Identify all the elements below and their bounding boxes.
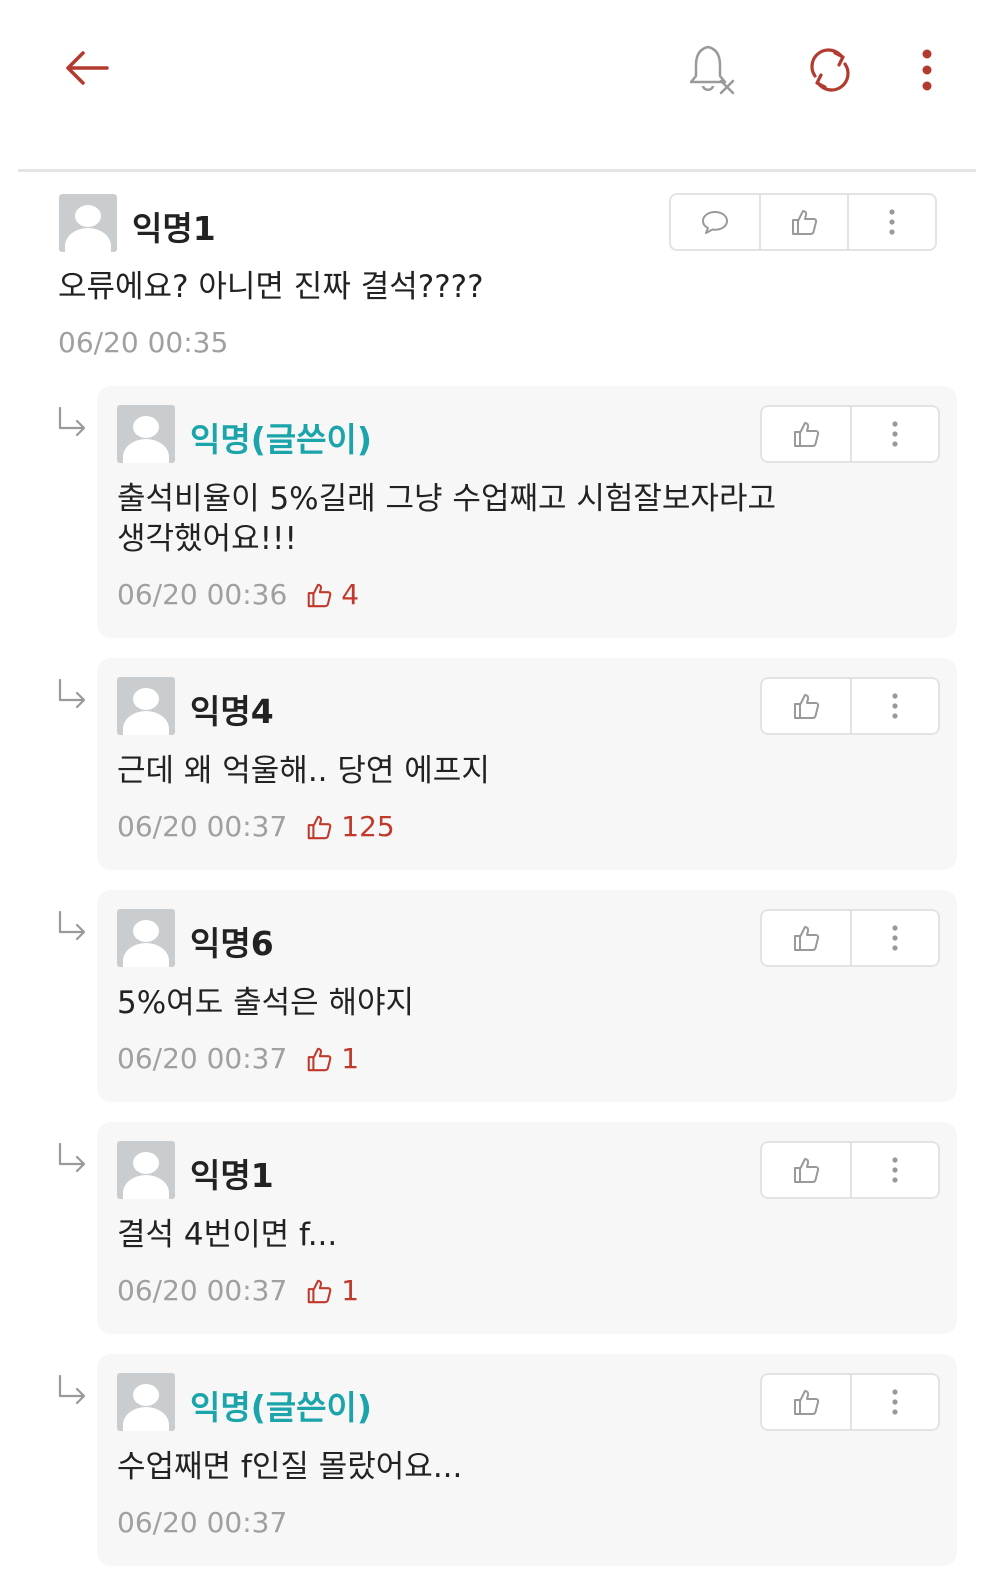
like-count-value: 1 bbox=[341, 1274, 360, 1307]
reply-time: 06/20 00:37 bbox=[117, 810, 288, 843]
reply-arrow-icon bbox=[58, 910, 86, 941]
avatar bbox=[117, 909, 175, 967]
back-arrow-icon bbox=[66, 51, 109, 85]
bell-off-icon bbox=[689, 45, 735, 95]
reply-card: 익명4 근데 왜 억울해.. 당연 에프지 06/20 00:37 125 bbox=[97, 658, 957, 870]
comment-actions bbox=[669, 193, 937, 251]
reply-time: 06/20 00:37 bbox=[117, 1274, 288, 1307]
avatar bbox=[59, 194, 117, 252]
more-vertical-icon bbox=[892, 1157, 898, 1183]
reply-author: 익명4 bbox=[190, 692, 274, 731]
more-options-button[interactable] bbox=[850, 407, 938, 461]
thumbs-up-icon bbox=[308, 815, 332, 839]
comment: 익명1 오류에요? 아니면 진짜 결석???? 06/20 00:35 bbox=[0, 180, 1000, 380]
reply-meta: 06/20 00:37 125 bbox=[117, 810, 395, 843]
reply-arrow-icon bbox=[58, 1142, 86, 1173]
reply-text: 출석비율이 5%길래 그냥 수업째고 시험잘보자라고 bbox=[117, 481, 776, 517]
reply-text: 생각했어요!!! bbox=[117, 521, 297, 557]
more-vertical-icon bbox=[892, 693, 898, 719]
reply-arrow-icon bbox=[58, 678, 86, 709]
reply-arrow-icon bbox=[58, 1374, 86, 1405]
reply-actions bbox=[760, 909, 940, 967]
like-count: 4 bbox=[305, 578, 359, 611]
like-button[interactable] bbox=[762, 1375, 850, 1429]
reply-actions bbox=[760, 677, 940, 735]
thumbs-up-icon bbox=[792, 210, 818, 235]
reply-time: 06/20 00:37 bbox=[117, 1506, 288, 1539]
reply-meta: 06/20 00:36 4 bbox=[117, 578, 359, 611]
reply-actions bbox=[760, 1373, 940, 1431]
reply-author: 익명1 bbox=[190, 1156, 274, 1195]
thumbs-up-icon bbox=[308, 1279, 332, 1303]
thumbs-up-icon bbox=[308, 583, 332, 607]
back-button[interactable] bbox=[55, 38, 119, 98]
comment-author: 익명1 bbox=[132, 209, 216, 248]
notification-off-button[interactable] bbox=[680, 38, 744, 102]
thumbs-up-icon bbox=[794, 422, 820, 447]
thumbs-up-icon bbox=[308, 1047, 332, 1071]
like-count: 1 bbox=[305, 1042, 359, 1075]
reply-arrow-icon bbox=[58, 406, 86, 437]
reply-meta: 06/20 00:37 1 bbox=[117, 1274, 359, 1307]
reply-card: 익명(글쓴이) 수업째면 f인질 몰랐어요... 06/20 00:37 bbox=[97, 1354, 957, 1566]
avatar bbox=[117, 1141, 175, 1199]
reply-actions bbox=[760, 405, 940, 463]
more-menu-button[interactable] bbox=[905, 38, 949, 102]
reply-meta: 06/20 00:37 bbox=[117, 1506, 287, 1539]
avatar bbox=[117, 1373, 175, 1431]
thumbs-up-icon bbox=[794, 926, 820, 951]
thumbs-up-icon bbox=[794, 694, 820, 719]
like-count-value: 1 bbox=[341, 1042, 360, 1075]
comment-time: 06/20 00:35 bbox=[58, 326, 229, 359]
reply-meta: 06/20 00:37 1 bbox=[117, 1042, 359, 1075]
reply-author: 익명(글쓴이) bbox=[190, 420, 372, 459]
like-count: 1 bbox=[305, 1274, 359, 1307]
top-bar bbox=[0, 0, 1000, 172]
reply-card: 익명(글쓴이) 출석비율이 5%길래 그냥 수업째고 시험잘보자라고생각했어요!!… bbox=[97, 386, 957, 638]
refresh-button[interactable] bbox=[796, 38, 864, 102]
avatar bbox=[117, 405, 175, 463]
reply-text: 근데 왜 억울해.. 당연 에프지 bbox=[117, 753, 490, 789]
like-count-value: 4 bbox=[341, 578, 360, 611]
top-divider bbox=[18, 169, 976, 172]
reply-card: 익명6 5%여도 출석은 해야지 06/20 00:37 1 bbox=[97, 890, 957, 1102]
reply-card: 익명1 결석 4번이면 f... 06/20 00:37 1 bbox=[97, 1122, 957, 1334]
thumbs-up-icon bbox=[794, 1158, 820, 1183]
reply-time: 06/20 00:37 bbox=[117, 1042, 288, 1075]
comment-meta: 06/20 00:35 bbox=[58, 326, 228, 359]
reply-actions bbox=[760, 1141, 940, 1199]
more-options-button[interactable] bbox=[850, 679, 938, 733]
like-button[interactable] bbox=[762, 407, 850, 461]
more-options-button[interactable] bbox=[850, 1143, 938, 1197]
like-count-value: 125 bbox=[341, 810, 395, 843]
reply-button[interactable] bbox=[671, 195, 759, 249]
more-vertical-icon bbox=[892, 421, 898, 447]
reply-text: 결석 4번이면 f... bbox=[117, 1217, 338, 1253]
more-vertical-icon bbox=[889, 209, 895, 235]
more-vertical-icon bbox=[922, 49, 932, 91]
reply-author: 익명(글쓴이) bbox=[190, 1388, 372, 1427]
reply-text: 5%여도 출석은 해야지 bbox=[117, 985, 415, 1021]
like-count: 125 bbox=[305, 810, 395, 843]
more-options-button[interactable] bbox=[847, 195, 935, 249]
avatar bbox=[117, 677, 175, 735]
more-vertical-icon bbox=[892, 925, 898, 951]
comment-text: 오류에요? 아니면 진짜 결석???? bbox=[58, 269, 484, 305]
like-button[interactable] bbox=[762, 911, 850, 965]
like-button[interactable] bbox=[759, 195, 847, 249]
more-vertical-icon bbox=[892, 1389, 898, 1415]
reply-time: 06/20 00:36 bbox=[117, 578, 288, 611]
more-options-button[interactable] bbox=[850, 1375, 938, 1429]
reply-author: 익명6 bbox=[190, 924, 274, 963]
like-button[interactable] bbox=[762, 679, 850, 733]
more-options-button[interactable] bbox=[850, 911, 938, 965]
reply-text: 수업째면 f인질 몰랐어요... bbox=[117, 1449, 463, 1485]
thumbs-up-icon bbox=[794, 1390, 820, 1415]
speech-bubble-icon bbox=[702, 211, 728, 234]
refresh-icon bbox=[810, 48, 850, 92]
like-button[interactable] bbox=[762, 1143, 850, 1197]
